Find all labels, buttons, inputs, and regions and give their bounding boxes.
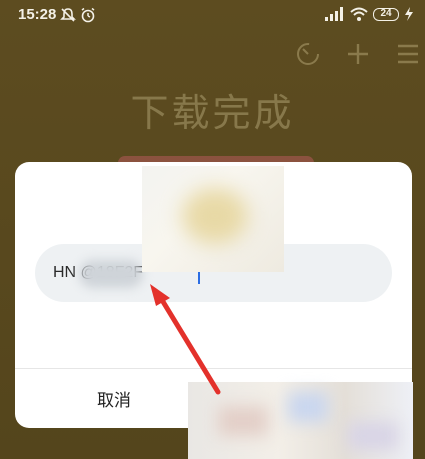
annotation-arrow [150,284,221,395]
